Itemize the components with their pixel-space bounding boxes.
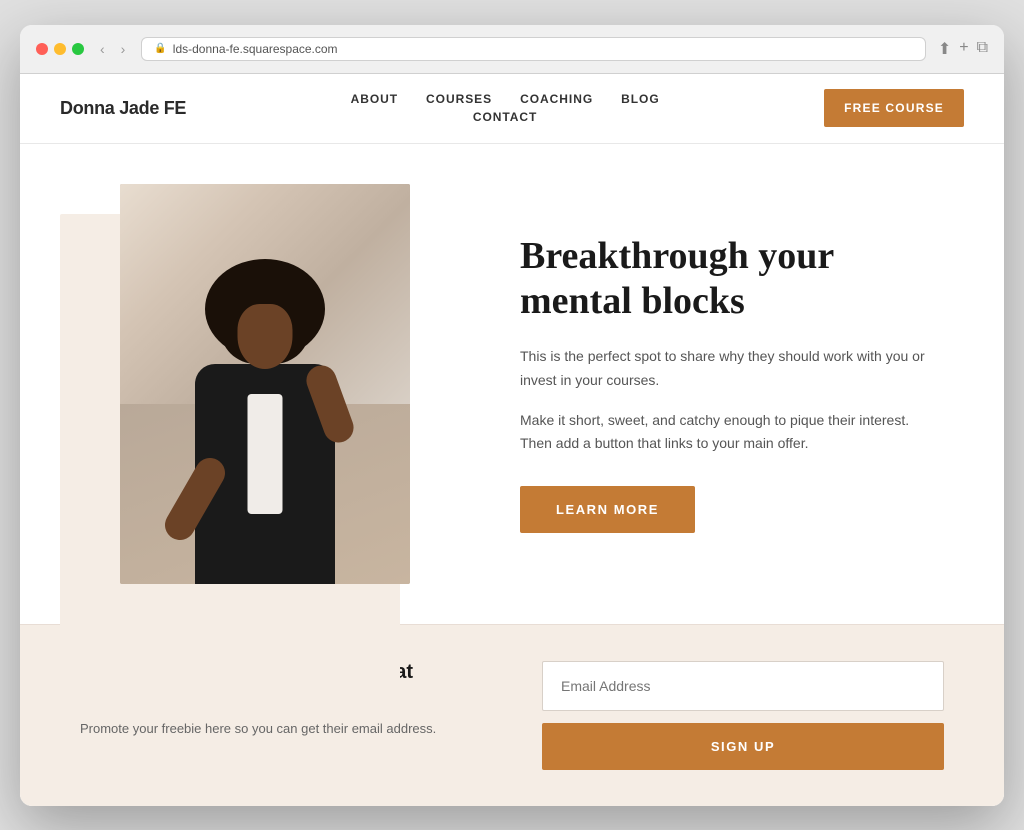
person-face (238, 304, 293, 369)
hero-description-1: This is the perfect spot to share why th… (520, 345, 944, 393)
browser-actions: ⬆ + ⧉ (938, 39, 988, 59)
maximize-button[interactable] (72, 43, 84, 55)
site-logo: Donna Jade FE (60, 98, 186, 119)
nav-coaching[interactable]: COACHING (520, 92, 593, 106)
browser-chrome: ‹ › 🔒 lds-donna-fe.squarespace.com ⬆ + ⧉ (20, 25, 1004, 74)
nav-row-bottom: CONTACT (473, 110, 538, 124)
traffic-lights (36, 43, 84, 55)
nav-contact[interactable]: CONTACT (473, 110, 538, 124)
email-input[interactable] (542, 661, 944, 711)
hero-image-area (80, 184, 460, 584)
minimize-button[interactable] (54, 43, 66, 55)
browser-controls: ‹ › (96, 39, 129, 59)
signup-button[interactable]: SIGN UP (542, 723, 944, 770)
address-bar[interactable]: 🔒 lds-donna-fe.squarespace.com (141, 37, 925, 61)
close-button[interactable] (36, 43, 48, 55)
nav-blog[interactable]: BLOG (621, 92, 660, 106)
hero-title: Breakthrough your mental blocks (520, 234, 944, 325)
share-icon[interactable]: ⬆ (938, 39, 951, 59)
site-nav: ABOUT COURSES COACHING BLOG CONTACT (351, 92, 660, 124)
signup-description: Promote your freebie here so you can get… (80, 719, 482, 740)
new-tab-icon[interactable]: + (959, 39, 968, 59)
nav-row-top: ABOUT COURSES COACHING BLOG (351, 92, 660, 106)
site-header: Donna Jade FE ABOUT COURSES COACHING BLO… (20, 74, 1004, 144)
tabs-icon[interactable]: ⧉ (977, 39, 988, 59)
url-text: lds-donna-fe.squarespace.com (173, 42, 338, 56)
hero-photo (120, 184, 410, 584)
nav-about[interactable]: ABOUT (351, 92, 398, 106)
back-button[interactable]: ‹ (96, 39, 109, 59)
forward-button[interactable]: › (117, 39, 130, 59)
browser-window: ‹ › 🔒 lds-donna-fe.squarespace.com ⬆ + ⧉… (20, 25, 1004, 806)
lock-icon: 🔒 (154, 43, 166, 54)
hero-content: Breakthrough your mental blocks This is … (520, 234, 944, 533)
hero-description-2: Make it short, sweet, and catchy enough … (520, 409, 944, 457)
person-illustration (120, 184, 410, 584)
signup-form: SIGN UP (542, 661, 944, 770)
website-content: Donna Jade FE ABOUT COURSES COACHING BLO… (20, 74, 1004, 806)
hero-section: Breakthrough your mental blocks This is … (20, 144, 1004, 624)
free-course-button[interactable]: FREE COURSE (824, 89, 964, 127)
nav-courses[interactable]: COURSES (426, 92, 492, 106)
person-figure (165, 264, 365, 584)
learn-more-button[interactable]: LEARN MORE (520, 486, 695, 533)
